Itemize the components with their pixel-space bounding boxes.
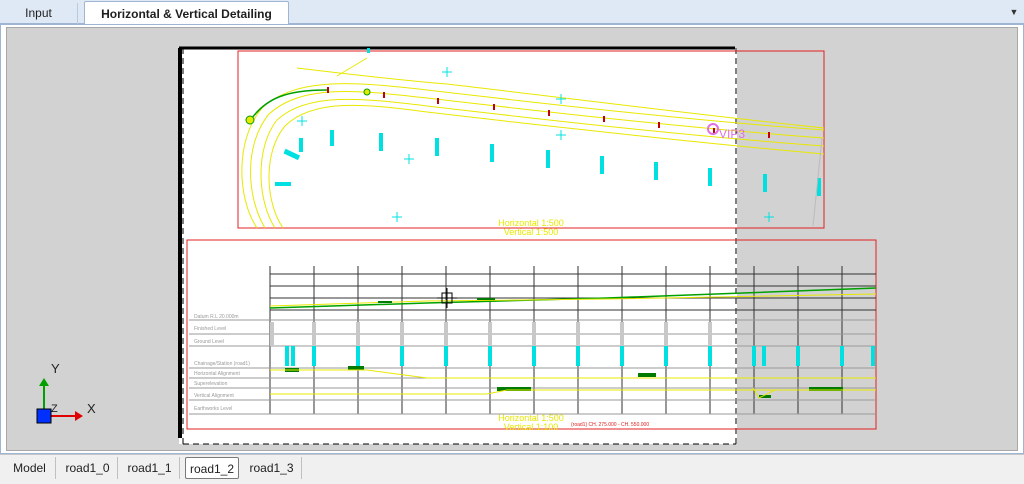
row-label-datum: Datum R.L 20.000m: [194, 314, 239, 320]
chevron-down-icon[interactable]: ▼: [1008, 6, 1020, 18]
row-label-finished-level: Finished Level: [194, 326, 226, 332]
row-label-chainage: Chainage/Station (road1): [194, 361, 250, 367]
row-label-superelevation: Superelevation: [194, 381, 228, 387]
axis-x-label: X: [87, 401, 96, 416]
tab-input[interactable]: Input: [0, 3, 78, 24]
plan-scale-vertical: Vertical 1:500: [504, 227, 559, 237]
layout-tab-road1-1[interactable]: road1_1: [120, 457, 180, 479]
tab-horizontal-vertical-detailing[interactable]: Horizontal & Vertical Detailing: [84, 1, 289, 25]
layout-tab-road1-2[interactable]: road1_2: [185, 457, 239, 479]
axis-z-label: Z: [51, 403, 58, 415]
document-tab-bar: Input Horizontal & Vertical Detailing ▼: [0, 0, 1024, 25]
row-label-ground-level: Ground Level: [194, 339, 224, 345]
layout-tab-road1-3[interactable]: road1_3: [242, 457, 302, 479]
drawing-frame: VIP3 Horizontal 1:500 Vertical 1:500 Dat…: [0, 24, 1024, 454]
layout-tab-bar: Model road1_0 road1_1 road1_2 road1_3: [0, 454, 1024, 484]
profile-chainage-note: (road1) CH. 275.000 - CH. 550.000: [571, 422, 649, 428]
row-label-vertical-alignment: Vertical Alignment: [194, 393, 234, 399]
layout-tab-road1-0[interactable]: road1_0: [58, 457, 118, 479]
row-label-earthworks-level: Earthworks Level: [194, 406, 232, 412]
profile-scale-vertical: Vertical 1:100: [504, 422, 559, 432]
ucs-axes-icon: Y X Z: [36, 361, 96, 424]
row-label-horizontal-alignment: Horizontal Alignment: [194, 371, 240, 377]
plan-vip-label: VIP3: [719, 127, 745, 141]
layout-canvas: VIP3 Horizontal 1:500 Vertical 1:500 Dat…: [36, 46, 877, 445]
drawing-viewport[interactable]: VIP3 Horizontal 1:500 Vertical 1:500 Dat…: [6, 27, 1018, 451]
axis-y-label: Y: [51, 361, 60, 376]
layout-tab-model[interactable]: Model: [4, 457, 56, 479]
